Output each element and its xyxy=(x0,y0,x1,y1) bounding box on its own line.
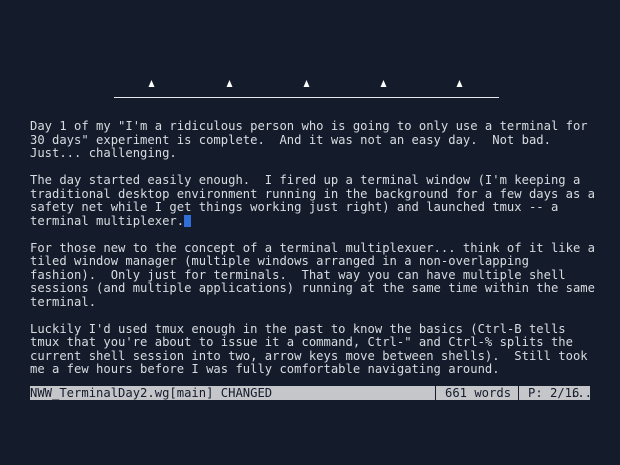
text-line: me a few hours before I was fully comfor… xyxy=(30,362,500,376)
text-line: terminal multiplexer. xyxy=(30,213,185,228)
text-line: traditional desktop environment running … xyxy=(30,186,595,201)
ruler-line xyxy=(114,97,499,98)
tab-stop-marker[interactable] xyxy=(226,80,233,87)
paragraph: Day 1 of my "I'm a ridiculous person who… xyxy=(30,120,600,161)
text-line: fashion). Only just for terminals. That … xyxy=(30,267,566,282)
document-text-area[interactable]: Day 1 of my "I'm a ridiculous person who… xyxy=(30,120,600,385)
tab-ruler xyxy=(114,80,499,100)
paragraph: Luckily I'd used tmux enough in the past… xyxy=(30,321,600,377)
tab-stop-marker[interactable] xyxy=(456,80,463,87)
tab-stop-marker[interactable] xyxy=(148,80,155,87)
text-line: For those new to the concept of a termin… xyxy=(30,240,595,255)
text-line: sessions (and multiple applications) run… xyxy=(30,281,595,295)
tab-stop-marker[interactable] xyxy=(303,80,310,87)
tab-stop-marker[interactable] xyxy=(380,80,387,87)
status-divider xyxy=(518,386,519,400)
text-line: The day started easily enough. I fired u… xyxy=(30,173,581,187)
text-line: tmux that you're about to issue it a com… xyxy=(30,335,573,349)
paragraph: For those new to the concept of a termin… xyxy=(30,240,600,310)
status-divider xyxy=(435,386,436,400)
status-more-indicator: ... xyxy=(570,386,590,400)
text-line: Day 1 of my "I'm a ridiculous person who… xyxy=(30,120,588,133)
text-line: terminal. xyxy=(30,294,97,309)
text-line: Just... challenging. xyxy=(30,146,177,160)
text-cursor xyxy=(184,214,192,227)
terminal-screen: Day 1 of my "I'm a ridiculous person who… xyxy=(0,0,620,465)
text-line: 30 days" experiment is complete. And it … xyxy=(30,132,551,147)
text-line: safety net while I get things working ju… xyxy=(30,200,559,214)
text-line: Luckily I'd used tmux enough in the past… xyxy=(30,321,566,336)
status-filename: NWW_TerminalDay2.wg[main] CHANGED xyxy=(30,386,273,400)
status-bar: NWW_TerminalDay2.wg[main] CHANGED 661 wo… xyxy=(30,386,590,400)
paragraph: The day started easily enough. I fired u… xyxy=(30,173,600,228)
text-line: tiled window manager (multiple windows a… xyxy=(30,254,529,268)
status-word-count: 661 words xyxy=(445,386,512,400)
text-line: current shell session into two, arrow ke… xyxy=(30,348,588,363)
